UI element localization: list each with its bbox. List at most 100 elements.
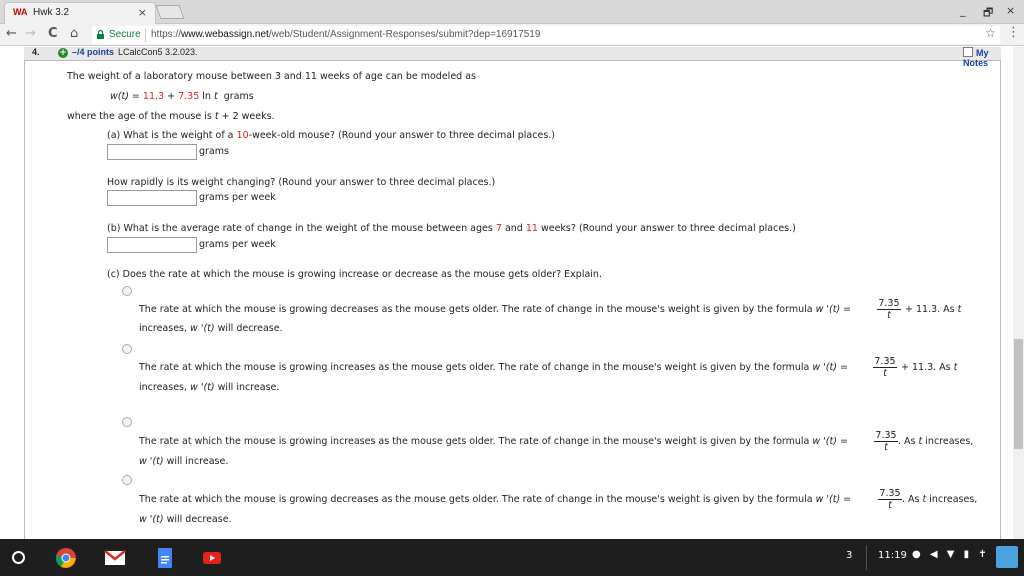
gmail-icon[interactable] xyxy=(104,547,126,569)
status-tray-icons[interactable]: ● ◀ ▼ ▮ ✝ xyxy=(912,549,990,560)
page-scrollbar[interactable] xyxy=(1013,47,1024,539)
option-3-wprime: w '(t) = xyxy=(812,436,848,447)
secure-label: Secure xyxy=(109,29,141,40)
part-b-rate-input[interactable] xyxy=(107,237,197,253)
part-b-and: and xyxy=(504,223,523,234)
window-minimize-icon[interactable]: _ xyxy=(960,4,966,17)
part-b-post: weeks? (Round your answer to three decim… xyxy=(540,223,796,234)
notification-count[interactable]: 3 xyxy=(846,550,852,561)
url-host: www.webassign.net xyxy=(181,29,269,40)
option-4-tail-t: t xyxy=(922,494,927,505)
option-3-radio[interactable] xyxy=(122,417,132,427)
scrollbar-thumb[interactable] xyxy=(1014,339,1023,449)
option-2-radio[interactable] xyxy=(122,344,132,354)
option-4-line1: The rate at which the mouse is growing d… xyxy=(139,494,851,505)
option-3-l2w: w '(t) xyxy=(139,456,164,467)
part-a2-units: grams per week xyxy=(199,192,276,203)
new-tab-button[interactable] xyxy=(155,5,185,19)
part-a-value: 10 xyxy=(236,130,249,141)
formula-a: 11.3 xyxy=(142,91,165,102)
where-clause: where the age of the mouse is t + 2 week… xyxy=(67,111,275,122)
option-4-radio[interactable] xyxy=(122,475,132,485)
option-4-fraction: 7.35 t xyxy=(878,488,902,511)
option-4-text: The rate at which the mouse is growing d… xyxy=(139,494,813,505)
forward-icon[interactable]: → xyxy=(25,26,36,41)
option-2-tail-t: t xyxy=(953,362,958,373)
option-4-l2b: will decrease. xyxy=(166,514,232,525)
option-1-tail-t: t xyxy=(957,304,962,315)
right-border xyxy=(1000,61,1001,539)
window-restore-icon[interactable]: 🗗 xyxy=(983,4,993,23)
option-1-radio[interactable] xyxy=(122,286,132,296)
browser-tab-strip: WA Hwk 3.2 × _ 🗗 × xyxy=(0,0,1024,24)
url-separator xyxy=(145,28,146,42)
window-close-icon[interactable]: × xyxy=(1006,4,1015,17)
browser-menu-icon[interactable]: ⋮ xyxy=(1007,25,1020,40)
option-3-tail2: increases, xyxy=(925,436,974,447)
option-2-line2: increases, w '(t) will increase. xyxy=(139,382,279,393)
option-2-fraction: 7.35 t xyxy=(873,356,897,379)
reload-icon[interactable]: C xyxy=(48,26,58,41)
option-1-wprime: w '(t) = xyxy=(815,304,852,315)
option-3-line1: The rate at which the mouse is growing i… xyxy=(139,436,848,447)
question-header: 4. + –/4 points LCalcCon5 3.2.023. My No… xyxy=(24,47,1001,68)
launcher-icon[interactable] xyxy=(12,551,25,564)
my-notes-toggle[interactable]: My Notes xyxy=(963,47,1001,68)
option-2-wprime: w '(t) = xyxy=(812,362,848,373)
formula-units: grams xyxy=(223,91,254,102)
part-b-prompt: (b) What is the average rate of change i… xyxy=(107,223,796,234)
option-1-l2w: w '(t) xyxy=(190,323,215,334)
google-docs-icon[interactable] xyxy=(154,547,176,569)
back-icon[interactable]: ← xyxy=(6,26,17,41)
youtube-icon[interactable] xyxy=(201,547,223,569)
option-4-tail-text: . As xyxy=(902,494,920,505)
option-2-tail: + 11.3. As t xyxy=(901,362,957,373)
option-3-tail: . As t increases, xyxy=(898,436,973,447)
clock[interactable]: 11:19 xyxy=(878,550,907,561)
option-4-tail: . As t increases, xyxy=(902,494,977,505)
option-1-l2a: increases, xyxy=(139,323,188,334)
expand-plus-icon[interactable]: + xyxy=(58,48,68,58)
where-tail: + 2 weeks. xyxy=(221,111,275,122)
question-points: –/4 points xyxy=(72,47,115,57)
question-intro: The weight of a laboratory mouse between… xyxy=(67,71,476,82)
part-a-prompt: (a) What is the weight of a 10-week-old … xyxy=(107,130,555,141)
option-4-num: 7.35 xyxy=(878,488,902,500)
option-1-fraction: 7.35 t xyxy=(877,298,901,321)
formula-lhs: w(t) = xyxy=(110,91,140,102)
os-shelf: 3 11:19 ● ◀ ▼ ▮ ✝ xyxy=(0,539,1024,576)
chrome-icon[interactable] xyxy=(55,547,77,569)
lock-icon xyxy=(97,30,104,39)
browser-tab[interactable]: WA Hwk 3.2 × xyxy=(4,2,156,24)
question-code: LCalcCon5 3.2.023. xyxy=(118,47,198,57)
part-a-weight-input[interactable] xyxy=(107,144,197,160)
part-a-pre: (a) What is the weight of a xyxy=(107,130,234,141)
option-4-l2w: w '(t) xyxy=(139,514,164,525)
user-avatar[interactable] xyxy=(996,546,1018,568)
option-2-l2b: will increase. xyxy=(217,382,280,393)
option-4-den: t xyxy=(888,500,892,511)
formula-b: 7.35 xyxy=(178,91,200,102)
url-prefix: https:// xyxy=(151,29,182,40)
page-content: 4. + –/4 points LCalcCon5 3.2.023. My No… xyxy=(0,47,1024,539)
tab-close-icon[interactable]: × xyxy=(138,6,147,19)
option-4-wprime: w '(t) = xyxy=(815,494,852,505)
address-bar[interactable]: Secure https://www.webassign.net/web/Stu… xyxy=(92,26,1000,44)
option-3-text: The rate at which the mouse is growing i… xyxy=(139,436,810,447)
home-icon[interactable]: ⌂ xyxy=(70,26,78,41)
part-a-post: -week-old mouse? (Round your answer to t… xyxy=(248,130,555,141)
my-notes-checkbox[interactable] xyxy=(963,47,973,57)
webassign-favicon-icon: WA xyxy=(13,7,28,17)
option-1-tail-text: + 11.3. As xyxy=(905,304,955,315)
option-2-text: The rate at which the mouse is growing i… xyxy=(139,362,810,373)
tray-separator xyxy=(866,545,867,570)
part-a2-prompt: How rapidly is its weight changing? (Rou… xyxy=(107,177,496,188)
where-t: t xyxy=(214,111,219,122)
option-3-line2: w '(t) will increase. xyxy=(139,456,228,467)
bookmark-star-icon[interactable]: ☆ xyxy=(985,26,996,40)
option-1-text: The rate at which the mouse is growing d… xyxy=(139,304,813,315)
url-path: /web/Student/Assignment-Responses/submit… xyxy=(268,29,541,40)
where-text: where the age of the mouse is xyxy=(67,111,212,122)
left-border xyxy=(24,61,25,539)
part-a-rate-input[interactable] xyxy=(107,190,197,206)
